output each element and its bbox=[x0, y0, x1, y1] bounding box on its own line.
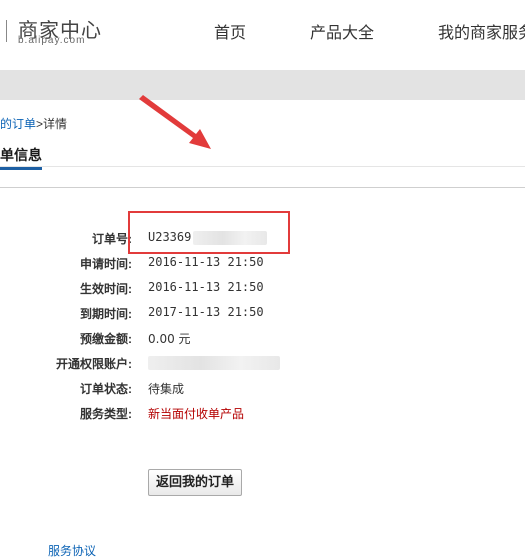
service-agreement-link[interactable]: 服务协议 bbox=[48, 542, 96, 557]
order-number-label: 订单号: bbox=[92, 232, 132, 246]
account-label: 开通权限账户: bbox=[56, 357, 132, 371]
highlight-box bbox=[128, 211, 290, 254]
order-row-service-type: 服务类型: 新当面付收单产品 bbox=[0, 403, 525, 423]
order-row-apply-time: 申请时间: 2016-11-13 21:50 bbox=[0, 253, 525, 273]
status-value: 待集成 bbox=[148, 382, 185, 396]
expiry-time-value: 2017-11-13 21:50 bbox=[148, 305, 264, 319]
redacted-blur bbox=[148, 355, 280, 370]
order-row-status: 订单状态: 待集成 bbox=[0, 378, 525, 398]
order-row-prepaid-amount: 预缴金额: 0.00 元 bbox=[0, 328, 525, 348]
effective-time-label: 生效时间: bbox=[80, 282, 132, 296]
effective-time-value: 2016-11-13 21:50 bbox=[148, 280, 264, 294]
back-to-my-orders-button[interactable]: 返回我的订单 bbox=[148, 469, 242, 496]
order-row-effective-time: 生效时间: 2016-11-13 21:50 bbox=[0, 278, 525, 298]
prepaid-amount-value: 0.00 元 bbox=[148, 332, 191, 346]
apply-time-value: 2016-11-13 21:50 bbox=[148, 255, 264, 269]
service-type-value: 新当面付收单产品 bbox=[148, 407, 245, 421]
apply-time-label: 申请时间: bbox=[80, 257, 132, 271]
service-type-label: 服务类型: bbox=[80, 407, 132, 421]
account-value bbox=[148, 355, 280, 370]
prepaid-amount-label: 预缴金额: bbox=[80, 332, 132, 346]
order-row-account: 开通权限账户: bbox=[0, 353, 525, 373]
order-row-expiry-time: 到期时间: 2017-11-13 21:50 bbox=[0, 303, 525, 323]
status-label: 订单状态: bbox=[80, 382, 132, 396]
expiry-time-label: 到期时间: bbox=[80, 307, 132, 321]
